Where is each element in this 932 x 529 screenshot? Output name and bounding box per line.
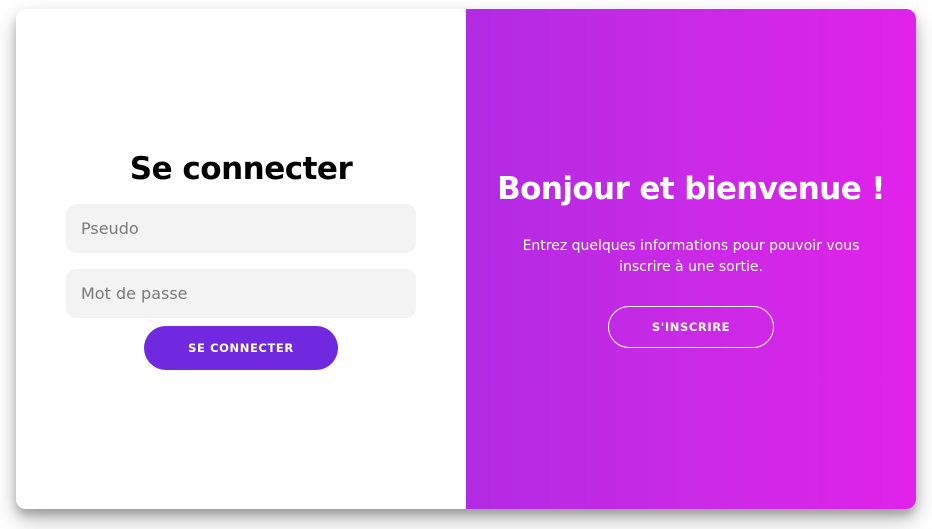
pseudo-input[interactable]: [66, 204, 416, 253]
welcome-subtitle: Entrez quelques informations pour pouvoi…: [522, 238, 860, 275]
welcome-title: Bonjour et bienvenue !: [497, 171, 885, 207]
login-button[interactable]: SE CONNECTER: [144, 326, 338, 370]
auth-card: Se connecter SE CONNECTER Bonjour et bie…: [16, 9, 916, 509]
login-panel: Se connecter SE CONNECTER: [16, 9, 466, 509]
login-title: Se connecter: [129, 151, 353, 187]
welcome-panel: Bonjour et bienvenue ! Entrez quelques i…: [466, 9, 916, 509]
signup-button[interactable]: S'INSCRIRE: [608, 306, 774, 348]
password-input[interactable]: [66, 269, 416, 318]
